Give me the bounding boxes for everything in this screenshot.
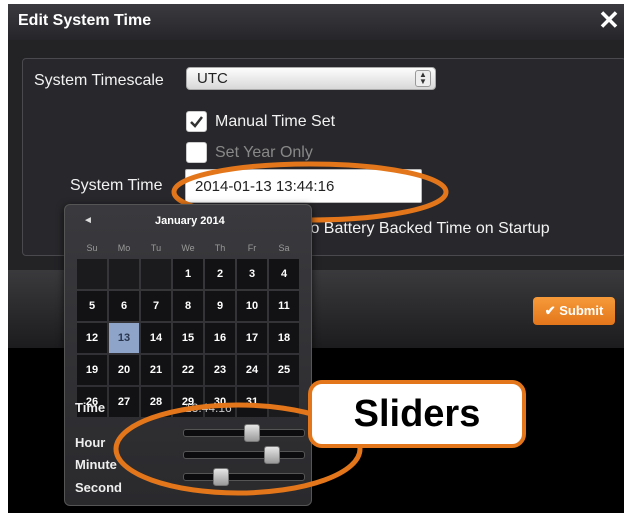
calendar-empty-cell xyxy=(109,259,139,289)
calendar-day[interactable]: 24 xyxy=(237,355,267,385)
checkmark-icon: ✔ xyxy=(544,303,556,318)
timescale-select[interactable]: UTC ▲ ▼ xyxy=(186,67,436,90)
calendar-day[interactable]: 23 xyxy=(205,355,235,385)
calendar-day[interactable]: 6 xyxy=(109,291,139,321)
calendar-day[interactable]: 13 xyxy=(109,323,139,353)
weekday-label: Su xyxy=(86,243,98,253)
dialog-title: Edit System Time xyxy=(18,12,152,29)
calendar-day[interactable]: 22 xyxy=(173,355,203,385)
calendar-empty-cell xyxy=(77,259,107,289)
calendar-day[interactable]: 20 xyxy=(109,355,139,385)
calendar-day[interactable]: 7 xyxy=(141,291,171,321)
screenshot-frame: Edit System Time ✕ System Timescale UTC … xyxy=(8,4,624,513)
manual-time-label: Manual Time Set xyxy=(215,113,336,130)
calendar-day[interactable]: 16 xyxy=(205,323,235,353)
close-icon[interactable]: ✕ xyxy=(596,6,622,34)
calendar-day[interactable]: 8 xyxy=(173,291,203,321)
calendar-day[interactable]: 15 xyxy=(173,323,203,353)
dialog-header: Edit System Time ✕ xyxy=(8,4,624,40)
checkmark-icon xyxy=(190,116,203,128)
calendar-day[interactable]: 21 xyxy=(141,355,171,385)
calendar-day[interactable]: 17 xyxy=(237,323,267,353)
timescale-value: UTC xyxy=(197,70,228,87)
calendar-day[interactable]: 19 xyxy=(77,355,107,385)
calendar-day[interactable]: 10 xyxy=(237,291,267,321)
hour-label: Hour xyxy=(75,435,106,450)
select-arrows-icon: ▲ ▼ xyxy=(415,70,431,87)
prev-month-icon[interactable]: ◄ xyxy=(83,215,93,226)
calendar-day[interactable]: 14 xyxy=(141,323,171,353)
calendar-day[interactable]: 12 xyxy=(77,323,107,353)
weekday-label: Tu xyxy=(150,243,162,253)
weekday-label: We xyxy=(181,243,195,253)
submit-label: Submit xyxy=(559,303,604,318)
sliders-callout: Sliders xyxy=(308,380,526,448)
calendar-title: January 2014 xyxy=(155,215,225,227)
calendar-day[interactable]: 11 xyxy=(269,291,299,321)
calendar-day[interactable]: 1 xyxy=(173,259,203,289)
weekday-label: Fr xyxy=(247,243,257,253)
calendar-day[interactable]: 5 xyxy=(77,291,107,321)
calendar-day[interactable]: 2 xyxy=(205,259,235,289)
weekday-label: Mo xyxy=(117,243,131,253)
weekday-label: Th xyxy=(214,243,226,253)
timescale-label: System Timescale xyxy=(34,72,164,89)
calendar-day[interactable]: 4 xyxy=(269,259,299,289)
calendar-day[interactable]: 9 xyxy=(205,291,235,321)
calendar-empty-cell xyxy=(141,259,171,289)
calendar-day[interactable]: 25 xyxy=(269,355,299,385)
calendar-day[interactable]: 18 xyxy=(269,323,299,353)
manual-time-checkbox[interactable] xyxy=(186,111,207,132)
calendar-day[interactable]: 3 xyxy=(237,259,267,289)
time-label: Time xyxy=(75,400,106,415)
system-time-label: System Time xyxy=(70,177,163,194)
submit-button[interactable]: ✔ Submit xyxy=(533,297,615,325)
weekday-label: Sa xyxy=(278,243,290,253)
